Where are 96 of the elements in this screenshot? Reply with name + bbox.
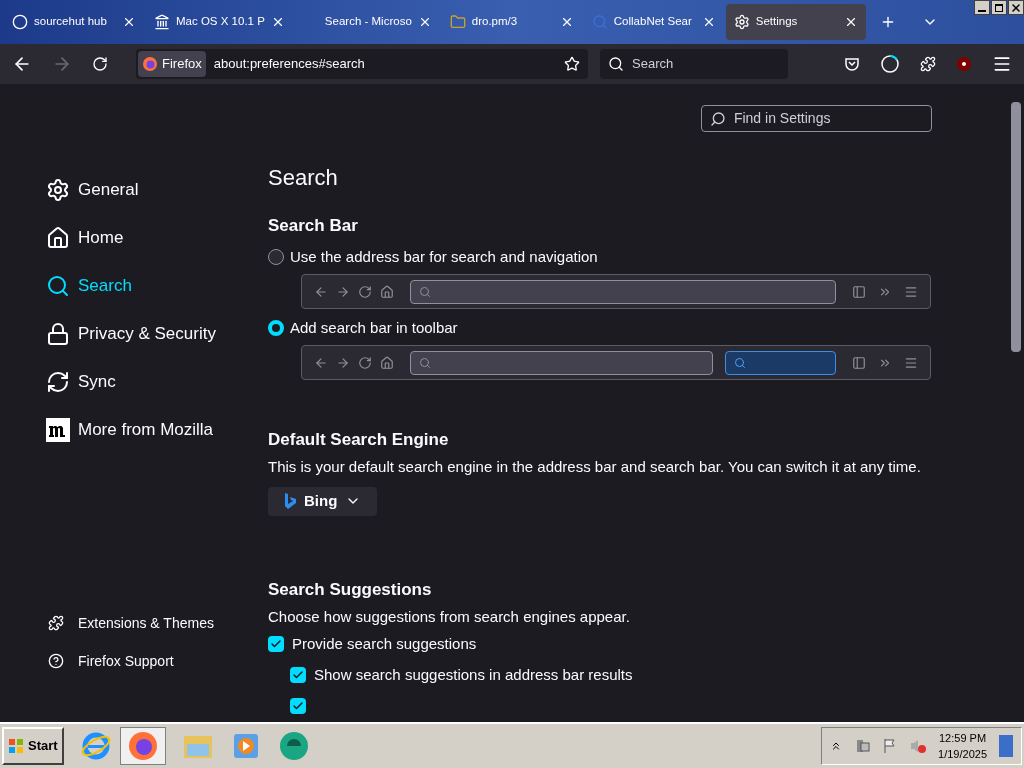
menu-icon [904, 284, 918, 299]
building-icon [154, 14, 170, 30]
section-heading: Search Suggestions [268, 578, 433, 601]
mozilla-logo-icon [46, 418, 70, 442]
restore-button[interactable] [991, 0, 1007, 15]
browser-tab[interactable]: Mac OS X 10.1 P [146, 4, 293, 40]
browser-tab[interactable]: Search - Microso [294, 4, 440, 40]
search-icon [46, 274, 70, 298]
reload-icon [358, 355, 372, 370]
search-input[interactable]: Search [632, 54, 772, 74]
radio-label: Use the address bar for search and navigation [290, 247, 598, 268]
search-icon [710, 110, 726, 127]
tab-title: sourcehut hub [34, 14, 108, 30]
browser-tab[interactable]: sourcehut hub [4, 4, 144, 40]
section-heading: Default Search Engine [268, 429, 450, 452]
shield-icon[interactable] [844, 56, 860, 72]
section-description: Choose how suggestions from search engines appear. [268, 606, 631, 627]
tab-title: CollabNet Sear [613, 14, 693, 30]
tab-title: Mac OS X 10.1 P [176, 14, 265, 30]
page-title: Search [268, 164, 339, 193]
sidebar-link[interactable]: Extensions & Themes [46, 604, 268, 642]
find-in-settings-box[interactable]: Find in Settings [701, 105, 932, 133]
close-icon[interactable] [122, 15, 136, 29]
checkbox[interactable] [290, 667, 306, 684]
clock-time[interactable]: 12:59 PM [939, 730, 987, 746]
checkbox-label: Show search suggestions in address bar results [314, 664, 633, 685]
settings-icon [733, 14, 750, 30]
close-button[interactable] [1008, 0, 1024, 15]
category-item[interactable]: Search [46, 262, 268, 310]
reload-icon[interactable] [92, 56, 108, 72]
tab-title: Search - Microso [324, 14, 412, 30]
bing-logo-icon [284, 493, 296, 510]
firefox-logo-icon [142, 56, 158, 72]
network-icon[interactable] [854, 738, 871, 754]
progress-circle-icon[interactable] [880, 54, 900, 74]
shield-badge-icon[interactable] [956, 56, 972, 72]
search-icon [608, 56, 624, 72]
category-item[interactable]: General [46, 166, 268, 214]
checkbox[interactable] [268, 635, 284, 652]
back-icon [314, 355, 328, 370]
radio-button[interactable] [268, 320, 284, 337]
search-icon [733, 356, 746, 369]
reload-icon [358, 284, 372, 299]
radio-label: Add search bar in toolbar [290, 318, 458, 339]
firefox-taskbar-button[interactable] [119, 727, 166, 765]
forward-icon [336, 355, 350, 370]
menu-icon[interactable] [992, 54, 1012, 74]
folder-icon [449, 14, 466, 30]
back-icon [314, 284, 328, 299]
circle-icon [12, 14, 28, 30]
search-engine-dropdown[interactable]: Bing [268, 486, 378, 516]
extensions-icon[interactable] [920, 56, 936, 72]
sidebar-icon [852, 355, 866, 370]
search-icon [419, 285, 431, 298]
section-heading: Search Bar [268, 215, 359, 238]
identity-button[interactable]: Firefox [138, 51, 206, 77]
minimize-button[interactable] [974, 0, 990, 15]
checkbox-label: Provide search suggestions [292, 633, 477, 654]
home-icon [380, 284, 394, 299]
start-button[interactable]: Start [2, 727, 64, 765]
forward-icon [336, 284, 350, 299]
settings-icon [46, 178, 70, 202]
home-icon [380, 355, 394, 370]
sidebar-icon [852, 284, 866, 299]
puzzle-icon [48, 615, 64, 631]
search-icon [591, 14, 608, 30]
close-icon [1010, 1, 1022, 14]
help-icon [48, 653, 64, 669]
category-item[interactable]: More from Mozilla [46, 406, 268, 454]
menu-icon [904, 355, 918, 370]
sync-icon [46, 370, 70, 394]
address-bar[interactable]: Firefox about:preferences#search [136, 49, 588, 79]
clock-date[interactable]: 1/19/2025 [938, 746, 987, 762]
category-item[interactable]: Home [46, 214, 268, 262]
tab-title: dro.pm/3 [471, 14, 519, 30]
search-icon [419, 356, 431, 369]
muted-speaker-icon[interactable] [910, 738, 927, 754]
section-description: This is your default search engine in the address bar and search bar. You can switch it at any time. [268, 457, 922, 478]
find-in-settings-field[interactable]: Find in Settings [733, 108, 923, 130]
search-bar[interactable]: Search [600, 49, 788, 79]
windows-logo-icon [8, 738, 24, 754]
category-item[interactable]: Sync [46, 358, 268, 406]
category-item[interactable]: Privacy & Security [46, 310, 268, 358]
browser-tab[interactable]: dro.pm/3 [441, 4, 582, 40]
bookmark-star-icon[interactable] [564, 56, 580, 72]
sidebar-link[interactable]: Firefox Support [46, 642, 268, 680]
url-text: about:preferences#search [213, 55, 366, 74]
globe-app-icon[interactable] [277, 730, 310, 762]
browser-tab[interactable]: Settings [725, 4, 866, 40]
radio-button[interactable] [268, 249, 284, 266]
lock-icon [46, 322, 70, 346]
home-icon [46, 226, 70, 250]
browser-tab[interactable]: CollabNet Sear [583, 4, 724, 40]
tab-title: Settings [755, 14, 799, 30]
checkbox[interactable] [290, 698, 306, 715]
check-icon [270, 637, 282, 650]
